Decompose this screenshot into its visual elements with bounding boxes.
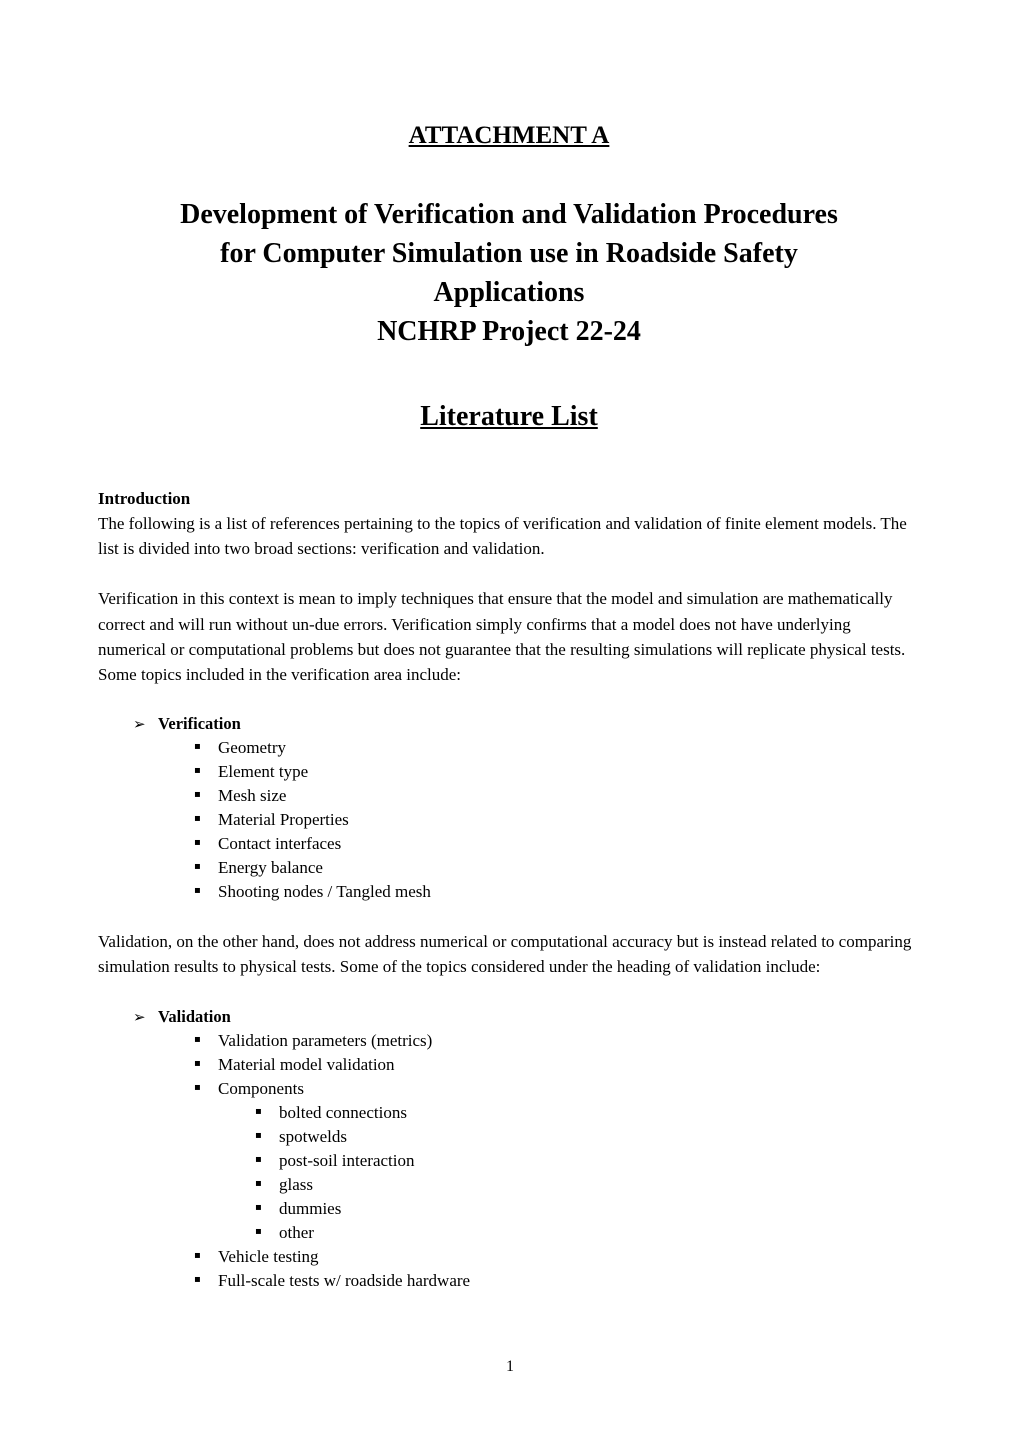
arrow-bullet-icon: ➢ — [133, 1007, 146, 1026]
verification-list: ➢ Verification ▪ Geometry ▪ Element type… — [98, 712, 920, 904]
list-item-label: Energy balance — [218, 858, 323, 878]
document-title: Development of Verification and Validati… — [98, 151, 920, 351]
square-bullet-icon: ▪ — [255, 1129, 262, 1141]
list-item: ▪ Element type — [98, 760, 920, 784]
square-bullet-icon: ▪ — [255, 1225, 262, 1237]
list-item-label: Components — [218, 1078, 304, 1098]
attachment-heading: ATTACHMENT A — [98, 0, 920, 151]
verification-list-label: Verification — [158, 714, 241, 734]
list-item-label: post-soil interaction — [279, 1150, 415, 1170]
list-item-label: Shooting nodes / Tangled mesh — [218, 882, 431, 902]
square-bullet-icon: ▪ — [255, 1105, 262, 1117]
square-bullet-icon: ▪ — [194, 1081, 201, 1093]
square-bullet-icon: ▪ — [255, 1153, 262, 1165]
square-bullet-icon: ▪ — [194, 885, 201, 897]
square-bullet-icon: ▪ — [194, 1057, 201, 1069]
list-item-label: Full-scale tests w/ roadside hardware — [218, 1270, 471, 1290]
list-item-label: dummies — [279, 1198, 342, 1218]
square-bullet-icon: ▪ — [194, 837, 201, 849]
introduction-paragraph-1: The following is a list of references pe… — [98, 513, 907, 559]
list-item: ▪ spotwelds — [98, 1125, 920, 1149]
validation-list-header: ➢ Validation — [98, 1005, 920, 1029]
square-bullet-icon: ▪ — [194, 1273, 201, 1285]
list-item-label: Geometry — [218, 738, 286, 758]
document-title-line-1: Development of Verification and Validati… — [180, 198, 838, 230]
list-item: ▪ glass — [98, 1173, 920, 1197]
introduction-heading: Introduction — [98, 488, 191, 508]
list-item: ▪ Full-scale tests w/ roadside hardware — [98, 1269, 920, 1293]
validation-list: ➢ Validation ▪ Validation parameters (me… — [98, 1005, 920, 1293]
list-spacer-top — [98, 687, 920, 712]
document-title-line-3: Applications — [433, 276, 585, 308]
square-bullet-icon: ▪ — [194, 789, 201, 801]
validation-list-label: Validation — [158, 1006, 231, 1026]
introduction-paragraph-3: Validation, on the other hand, does not … — [98, 932, 912, 977]
square-bullet-icon: ▪ — [194, 1033, 201, 1045]
document-page: ATTACHMENT A Development of Verification… — [0, 0, 1020, 1443]
list-item: ▪ post-soil interaction — [98, 1149, 920, 1173]
square-bullet-icon: ▪ — [194, 861, 201, 873]
list-item: ▪ Geometry — [98, 736, 920, 760]
arrow-bullet-icon: ➢ — [133, 715, 146, 734]
square-bullet-icon: ▪ — [194, 1249, 201, 1261]
list-item: ▪ Components — [98, 1077, 920, 1101]
attachment-heading-text: ATTACHMENT A — [408, 122, 610, 149]
list-item-label: glass — [279, 1174, 313, 1194]
list-item-label: Mesh size — [218, 786, 287, 806]
list-item-label: Material Properties — [218, 810, 349, 830]
square-bullet-icon: ▪ — [255, 1177, 262, 1189]
list-item-label: Contact interfaces — [218, 834, 342, 854]
list-item: ▪ Mesh size — [98, 784, 920, 808]
list-item-label: Validation parameters (metrics) — [218, 1030, 433, 1050]
document-title-line-2: for Computer Simulation use in Roadside … — [220, 237, 798, 269]
page-number: 1 — [506, 1358, 514, 1375]
square-bullet-icon: ▪ — [194, 813, 201, 825]
document-title-line-4: NCHRP Project 22-24 — [377, 315, 641, 347]
square-bullet-icon: ▪ — [194, 741, 201, 753]
list-item: ▪ Energy balance — [98, 856, 920, 880]
document-content: ATTACHMENT A Development of Verification… — [98, 0, 920, 1293]
list-item: ▪ dummies — [98, 1197, 920, 1221]
list-item: ▪ Vehicle testing — [98, 1245, 920, 1269]
square-bullet-icon: ▪ — [194, 765, 201, 777]
literature-list-heading: Literature List — [98, 351, 920, 433]
literature-list-heading-text: Literature List — [420, 400, 598, 432]
list-item: ▪ Material Properties — [98, 808, 920, 832]
list-item-label: other — [279, 1222, 314, 1242]
list-item-label: spotwelds — [279, 1126, 347, 1146]
introduction-paragraph-2: Verification in this context is mean to … — [98, 589, 906, 684]
list-item: ▪ Material model validation — [98, 1053, 920, 1077]
list-spacer-middle — [98, 980, 920, 1005]
list-item: ▪ bolted connections — [98, 1101, 920, 1125]
list-item: ▪ other — [98, 1221, 920, 1245]
list-item-label: Material model validation — [218, 1054, 395, 1074]
list-item: ▪ Contact interfaces — [98, 832, 920, 856]
list-item: ▪ Shooting nodes / Tangled mesh — [98, 880, 920, 904]
square-bullet-icon: ▪ — [255, 1201, 262, 1213]
verification-list-header: ➢ Verification — [98, 712, 920, 736]
list-item-label: Element type — [218, 762, 309, 782]
list-item: ▪ Validation parameters (metrics) — [98, 1029, 920, 1053]
list-item-label: bolted connections — [279, 1102, 407, 1122]
list-item-label: Vehicle testing — [218, 1246, 319, 1266]
